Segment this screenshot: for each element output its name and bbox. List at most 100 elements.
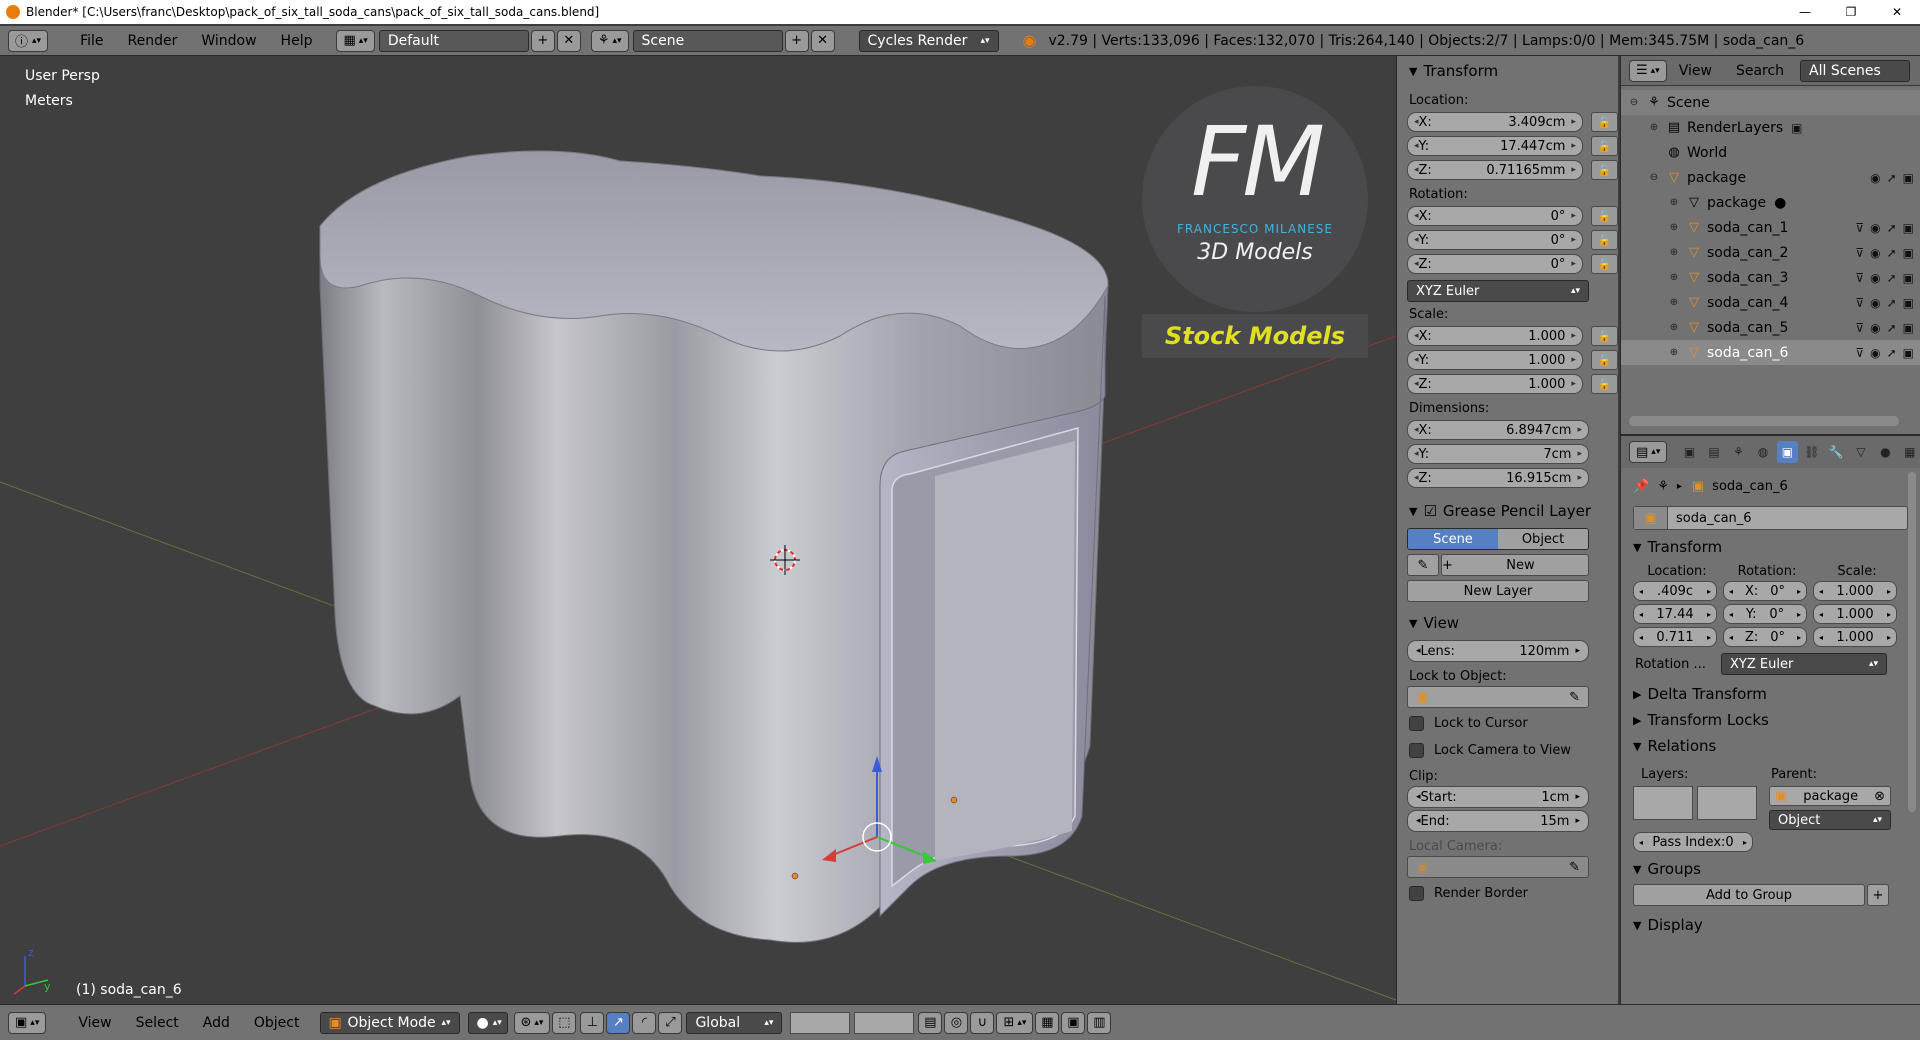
eye-icon[interactable]: ◉: [1870, 296, 1880, 310]
outliner-item-soda-can-1[interactable]: ⊕ ▽ soda_can_1 ⊽ ◉ ➚ ▣: [1621, 215, 1920, 240]
material-tab-icon[interactable]: ●: [1875, 441, 1895, 463]
menu-add[interactable]: Add: [191, 1015, 242, 1031]
cursor-select-icon[interactable]: ➚: [1887, 296, 1897, 310]
lock-to-cursor-checkbox[interactable]: [1409, 715, 1424, 731]
outliner-item-soda-can-2[interactable]: ⊕ ▽ soda_can_2 ⊽ ◉ ➚ ▣: [1621, 240, 1920, 265]
outliner-editor-type-button[interactable]: ☰ ▴▾: [1629, 59, 1667, 82]
eye-icon[interactable]: ◉: [1870, 321, 1880, 335]
rotation-mode-select[interactable]: XYZ Euler ▴▾: [1407, 280, 1589, 302]
gp-scene-tab[interactable]: Scene: [1408, 529, 1498, 549]
eyedropper-icon[interactable]: ✎: [1569, 860, 1580, 875]
location-z-field[interactable]: ◂ Z: 0.71165mm ▸: [1407, 160, 1583, 180]
dimensions-x-field[interactable]: ◂ X: 6.8947cm ▸: [1407, 420, 1589, 440]
checkbox-icon[interactable]: ☑: [1423, 502, 1436, 520]
lock-rotation-y-icon[interactable]: 🔓: [1590, 230, 1618, 250]
properties-editor-type-button[interactable]: ▤ ▴▾: [1629, 441, 1668, 463]
expand-icon[interactable]: ⊕: [1647, 122, 1661, 133]
rotation-z-field[interactable]: ◂ Z: 0° ▸: [1407, 254, 1583, 274]
obj-location-z-field[interactable]: ◂ 0.711 ▸: [1633, 627, 1717, 647]
interaction-mode-select[interactable]: ▣ Object Mode ▴▾: [319, 1011, 460, 1034]
eyedropper-icon[interactable]: ✎: [1569, 690, 1580, 705]
transform-orientation-select[interactable]: Global ▴▾: [686, 1011, 783, 1034]
camera-render-icon[interactable]: ▣: [1903, 271, 1914, 285]
lock-scale-z-icon[interactable]: 🔓: [1590, 374, 1618, 394]
eye-icon[interactable]: ◉: [1870, 271, 1880, 285]
collapse-icon[interactable]: ⊖: [1627, 97, 1641, 108]
lock-rotation-z-icon[interactable]: 🔓: [1590, 254, 1618, 274]
manipulate-center-button[interactable]: ⬚: [552, 1011, 577, 1034]
obj-rotation-z-field[interactable]: ◂ Z: 0° ▸: [1723, 627, 1807, 647]
menu-render[interactable]: Render: [116, 33, 190, 49]
camera-render-icon[interactable]: ▣: [1903, 171, 1914, 185]
cursor-select-icon[interactable]: ➚: [1887, 321, 1897, 335]
gp-pencil-icon[interactable]: ✎: [1407, 554, 1439, 576]
layer-lock-button[interactable]: ▤: [918, 1011, 943, 1034]
dimensions-z-field[interactable]: ◂ Z: 16.915cm ▸: [1407, 468, 1589, 488]
render-layers-tab-icon[interactable]: ▤: [1704, 441, 1724, 463]
maximize-button[interactable]: ❐: [1828, 0, 1874, 24]
outliner-menu-search[interactable]: Search: [1724, 63, 1796, 79]
clip-end-field[interactable]: ◂ End: 15m ▸: [1407, 810, 1589, 832]
layer-grid-2[interactable]: [854, 1011, 915, 1034]
menu-help[interactable]: Help: [269, 33, 325, 49]
cursor-select-icon[interactable]: ➚: [1887, 221, 1897, 235]
pass-index-field[interactable]: ◂ Pass Index:0 ▸: [1633, 832, 1753, 852]
3d-view-editor-type-button[interactable]: ▣ ▴▾: [8, 1011, 47, 1034]
editor-type-info-button[interactable]: ⓘ ▴▾: [8, 29, 49, 52]
add-group-plus-button[interactable]: +: [1867, 884, 1889, 906]
snap-toggle-button[interactable]: ∪: [970, 1011, 995, 1034]
render-border-checkbox[interactable]: [1409, 885, 1424, 901]
location-y-field[interactable]: ◂ Y: 17.447cm ▸: [1407, 136, 1583, 156]
outliner-item-renderlayers[interactable]: ⊕ ▤ RenderLayers ▣: [1621, 115, 1920, 140]
gp-object-tab[interactable]: Object: [1498, 529, 1588, 549]
scene-selector-button[interactable]: ⚘ ▴▾: [590, 29, 629, 52]
layers-grid-1[interactable]: [1633, 786, 1693, 820]
outliner-item-package[interactable]: ⊖ ▽ package ◉ ➚ ▣: [1621, 165, 1920, 190]
lock-to-object-field[interactable]: ▣ ✎: [1407, 686, 1589, 708]
render-border-row[interactable]: Render Border: [1397, 878, 1618, 908]
obj-rotation-x-field[interactable]: ◂ X: 0° ▸: [1723, 581, 1807, 601]
pivot-point-select[interactable]: ⊛ ▴▾: [513, 1011, 551, 1034]
remove-scene-button[interactable]: ✕: [810, 29, 835, 52]
expand-icon[interactable]: ⊕: [1667, 247, 1681, 258]
scale-z-field[interactable]: ◂ Z: 1.000 ▸: [1407, 374, 1583, 394]
pin-icon[interactable]: 📌: [1633, 479, 1649, 494]
cursor-select-icon[interactable]: ➚: [1887, 171, 1897, 185]
gp-new-layer-button[interactable]: New Layer: [1407, 580, 1589, 602]
collapse-icon[interactable]: ⊖: [1647, 172, 1661, 183]
menu-window[interactable]: Window: [189, 33, 268, 49]
rotate-manipulator-button[interactable]: ◜: [632, 1011, 657, 1034]
3d-viewport[interactable]: z y User Persp Meters (1) soda_can_6 FM …: [0, 56, 1396, 1004]
close-icon[interactable]: ⊗: [1874, 789, 1885, 804]
outliner-scrollbar[interactable]: [1629, 416, 1899, 426]
groups-header[interactable]: ▼ Groups: [1621, 856, 1920, 882]
manipulator-toggle-button[interactable]: ⊥: [580, 1011, 605, 1034]
gp-new-button[interactable]: + New: [1441, 554, 1589, 576]
remove-layout-button[interactable]: ✕: [556, 29, 581, 52]
data-tab-icon[interactable]: ▽: [1851, 441, 1871, 463]
opengl-render-image-button[interactable]: ▣: [1061, 1011, 1086, 1034]
expand-icon[interactable]: ⊕: [1667, 197, 1681, 208]
lock-scale-y-icon[interactable]: 🔓: [1590, 350, 1618, 370]
properties-scrollbar[interactable]: [1908, 472, 1916, 812]
screen-layout-button[interactable]: ▦ ▴▾: [336, 29, 375, 52]
clip-start-field[interactable]: ◂ Start: 1cm ▸: [1407, 786, 1589, 808]
local-camera-field[interactable]: ▣ ✎: [1407, 856, 1589, 878]
lock-location-y-icon[interactable]: 🔓: [1590, 136, 1618, 156]
expand-icon[interactable]: ⊕: [1667, 322, 1681, 333]
cursor-select-icon[interactable]: ➚: [1887, 246, 1897, 260]
scale-x-field[interactable]: ◂ X: 1.000 ▸: [1407, 326, 1583, 346]
menu-object[interactable]: Object: [242, 1015, 312, 1031]
lock-location-x-icon[interactable]: 🔓: [1590, 112, 1618, 132]
obj-location-x-field[interactable]: ◂ .409c ▸: [1633, 581, 1717, 601]
scale-manipulator-button[interactable]: ⤢: [658, 1011, 683, 1034]
camera-render-icon[interactable]: ▣: [1903, 246, 1914, 260]
eye-icon[interactable]: ◉: [1870, 246, 1880, 260]
render-only-button[interactable]: ▦: [1035, 1011, 1060, 1034]
outliner-item-world[interactable]: ◍ World: [1621, 140, 1920, 165]
obj-rotation-y-field[interactable]: ◂ Y: 0° ▸: [1723, 604, 1807, 624]
parent-type-select[interactable]: Object ▴▾: [1769, 810, 1891, 830]
camera-render-icon[interactable]: ▣: [1903, 346, 1914, 360]
scale-y-field[interactable]: ◂ Y: 1.000 ▸: [1407, 350, 1583, 370]
layers-grid-2[interactable]: [1697, 786, 1757, 820]
